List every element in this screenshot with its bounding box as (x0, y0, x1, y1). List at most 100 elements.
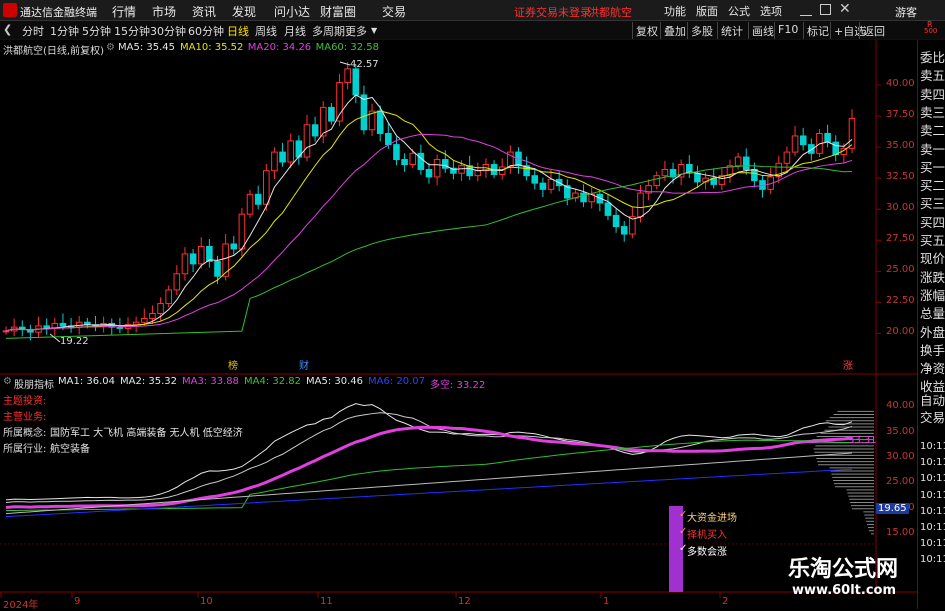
toolbar-btn-8[interactable]: 返回 (863, 23, 885, 39)
period-tab-5[interactable]: 60分钟 (188, 23, 224, 39)
candle-body-76 (620, 226, 628, 235)
side-label-1[interactable]: 卖五 (920, 65, 945, 84)
side-label-5[interactable]: 卖一 (920, 139, 945, 158)
candle-body-25 (206, 245, 213, 262)
login-notice[interactable]: 证券交易未登录 (514, 4, 591, 20)
period-tab-9[interactable]: 多周期 (312, 23, 345, 39)
candle-body-7 (59, 322, 67, 327)
side-label-16[interactable]: 换手 (920, 340, 945, 359)
r-value: 500 (924, 27, 938, 35)
menu-item-3[interactable]: 发现 (232, 3, 256, 20)
side-label-21: 10:11 (920, 441, 945, 452)
side-label-9[interactable]: 买四 (920, 212, 945, 231)
toolbar-sep-7 (830, 22, 831, 39)
side-label-14[interactable]: 总量 (920, 303, 945, 322)
period-tab-3[interactable]: 15分钟 (114, 23, 150, 39)
side-label-20[interactable]: 交易 (920, 407, 945, 426)
menu-item-1[interactable]: 市场 (152, 3, 176, 20)
side-label-17[interactable]: 净资 (920, 358, 945, 377)
side-label-12[interactable]: 涨跌 (920, 267, 945, 286)
candle-body-81 (661, 168, 669, 177)
candle-body-33 (271, 151, 278, 172)
menu-item-5[interactable]: 财富圈 (320, 3, 356, 20)
candle-body-18 (149, 313, 156, 319)
menu-item-6[interactable]: 交易 (382, 3, 406, 20)
period-tab-7[interactable]: 周线 (255, 23, 277, 39)
candle-body-74 (604, 202, 612, 216)
candle-body-96 (783, 151, 791, 164)
toolbar-btn-4[interactable]: 画线 (752, 23, 774, 39)
toolbar-sep-1 (660, 22, 661, 39)
candle-body-56 (458, 165, 465, 174)
right-menu-1[interactable]: 版面 (696, 3, 718, 19)
candle-body-46 (376, 110, 384, 134)
minimize-icon[interactable] (800, 4, 812, 16)
right-menu-3[interactable]: 选项 (760, 3, 782, 19)
side-label-6[interactable]: 买一 (920, 157, 945, 176)
toolbar-btn-5[interactable]: F10 (778, 23, 798, 36)
maximize-icon[interactable] (820, 4, 831, 15)
menu-item-4[interactable]: 问小达 (274, 3, 310, 20)
period-tab-8[interactable]: 月线 (284, 23, 306, 39)
chart-area[interactable] (0, 40, 917, 609)
more-arrow-icon[interactable]: ▼ (371, 26, 377, 35)
candle-body-37 (303, 124, 311, 158)
candle-body-65 (531, 175, 539, 184)
side-label-28: 10:11 (920, 554, 945, 566)
period-tab-0[interactable]: 分时 (22, 23, 44, 39)
side-label-25: 10:11 (920, 505, 945, 517)
side-label-0[interactable]: 委比 (920, 47, 945, 66)
guest-label[interactable]: 游客 (895, 4, 917, 20)
left-arrow-icon[interactable]: ❮ (3, 23, 12, 36)
candle-body-53 (433, 159, 441, 178)
toolbar-btn-6[interactable]: 标记 (807, 23, 829, 39)
candle-body-104 (848, 118, 856, 149)
toolbar-btn-7[interactable]: +自选 (834, 23, 865, 39)
candle-body-30 (246, 193, 254, 215)
candle-body-50 (409, 152, 417, 166)
toolbar-sep-4 (748, 22, 749, 39)
candle-body-98 (799, 135, 807, 146)
toolbar-btn-3[interactable]: 统计 (721, 23, 743, 39)
ma5-line (5, 94, 853, 332)
side-label-4[interactable]: 卖二 (920, 120, 945, 139)
toolbar-sep-0 (632, 22, 633, 39)
side-label-24: 10:11 (920, 489, 945, 501)
side-label-3[interactable]: 卖三 (920, 102, 945, 121)
candle-body-49 (401, 159, 408, 166)
candle-body-24 (197, 245, 205, 265)
side-label-15[interactable]: 外盘 (920, 322, 945, 341)
signal-bar (669, 506, 683, 592)
toolbar-btn-1[interactable]: 叠加 (664, 23, 686, 39)
candle-body-20 (165, 289, 172, 305)
toolbar-btn-2[interactable]: 多股 (691, 23, 713, 39)
side-label-13[interactable]: 涨幅 (920, 285, 945, 304)
period-tab-6[interactable]: 日线 (227, 23, 249, 39)
toolbar-sep-3 (717, 22, 718, 39)
menu-item-2[interactable]: 资讯 (192, 3, 216, 20)
candle-body-58 (474, 170, 482, 177)
side-label-2[interactable]: 卖四 (920, 84, 945, 103)
right-menu-0[interactable]: 功能 (664, 3, 686, 19)
side-label-8[interactable]: 买三 (920, 193, 945, 212)
candle-body-35 (287, 140, 295, 163)
candle-body-71 (580, 192, 587, 203)
period-tab-1[interactable]: 1分钟 (50, 23, 79, 39)
side-label-11[interactable]: 现价 (920, 248, 945, 267)
right-menu-2[interactable]: 公式 (728, 3, 750, 19)
menu-item-0[interactable]: 行情 (112, 3, 136, 20)
side-label-10[interactable]: 买五 (920, 230, 945, 249)
period-tab-10[interactable]: 更多 (345, 23, 367, 39)
candle-body-92 (751, 168, 758, 182)
candle-body-40 (328, 106, 335, 122)
candle-body-66 (539, 182, 547, 190)
close-icon[interactable]: ✕ (839, 1, 851, 17)
candle-body-67 (547, 178, 555, 190)
candle-body-47 (385, 132, 392, 146)
toolbar-btn-0[interactable]: 复权 (636, 23, 658, 39)
period-tab-2[interactable]: 5分钟 (82, 23, 111, 39)
period-tab-4[interactable]: 30分钟 (150, 23, 186, 39)
side-label-7[interactable]: 买二 (920, 175, 945, 194)
stock-name: 洪都航空 (588, 6, 632, 19)
side-label-27: 10:11 (920, 538, 945, 550)
